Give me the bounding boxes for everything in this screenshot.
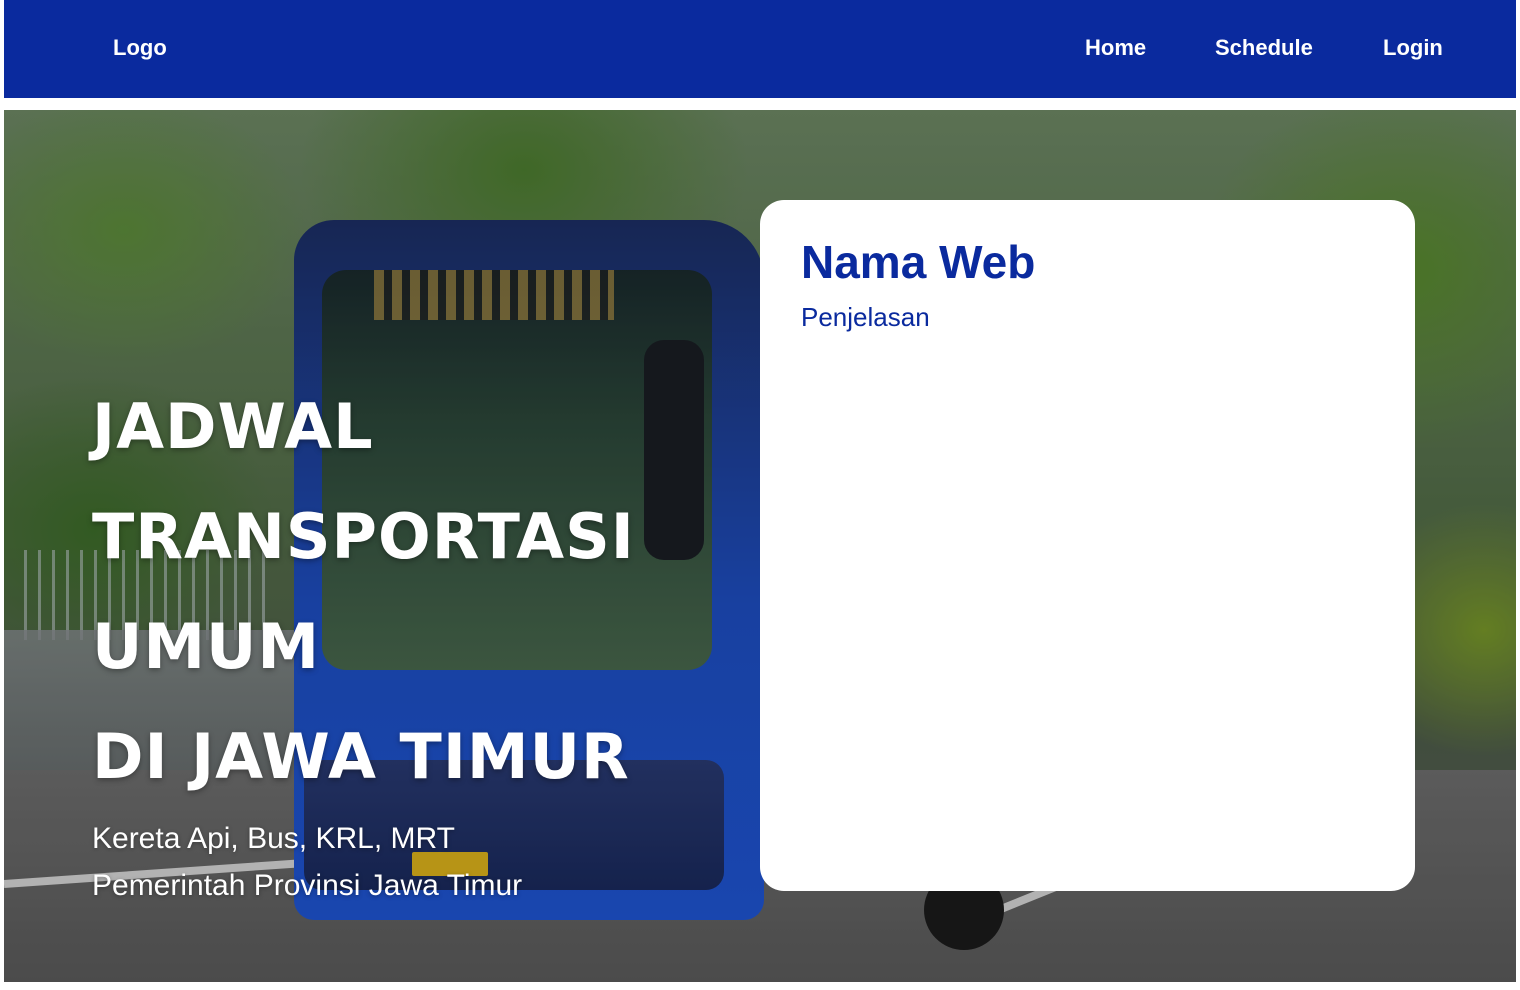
navbar: Logo Home Schedule Login xyxy=(4,0,1516,98)
hero-subtitle-line: Kereta Api, Bus, KRL, MRT xyxy=(92,822,455,855)
card-title: Nama Web xyxy=(801,236,1036,288)
hero-section: JADWAL TRANSPORTASI UMUM DI JAWA TIMUR K… xyxy=(4,110,1516,982)
hero-subtitle-line: Pemerintah Provinsi Jawa Timur xyxy=(92,869,523,902)
hero-title-line: JADWAL xyxy=(92,390,374,463)
hero-title-line: UMUM xyxy=(92,610,321,683)
nav-link-login[interactable]: Login xyxy=(1383,34,1443,62)
hero-title-line: DI JAWA TIMUR xyxy=(92,720,630,793)
card-description: Penjelasan xyxy=(801,302,930,332)
nav-link-home[interactable]: Home xyxy=(1085,34,1146,62)
hero-title: JADWAL TRANSPORTASI UMUM DI JAWA TIMUR xyxy=(92,372,732,812)
nav-link-schedule[interactable]: Schedule xyxy=(1215,34,1313,62)
hero-title-line: TRANSPORTASI xyxy=(92,500,635,573)
hero-subtitle: Kereta Api, Bus, KRL, MRT Pemerintah Pro… xyxy=(92,815,522,909)
logo[interactable]: Logo xyxy=(113,34,167,62)
page-frame: Logo Home Schedule Login JADWAL TRANSPOR… xyxy=(4,0,1516,986)
info-card: Nama Web Penjelasan xyxy=(760,200,1415,891)
